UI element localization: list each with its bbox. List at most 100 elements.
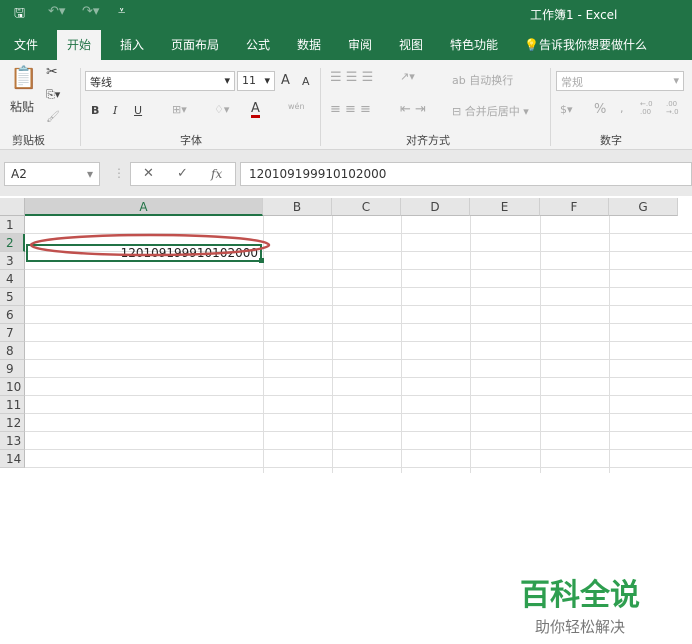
tab-file[interactable]: 文件	[14, 36, 38, 53]
grow-font-button[interactable]: A	[281, 73, 290, 88]
gridline	[25, 359, 692, 360]
column-header-G[interactable]: G	[609, 198, 678, 216]
spreadsheet-grid[interactable]: 14 13 12 11 10 9 8 7 6 5 4 3 2 1 G F E D C B A 1201091999101…	[0, 198, 692, 644]
underline-button[interactable]: U	[134, 104, 142, 117]
chevron-down-icon: ▾	[264, 74, 270, 87]
gridline	[25, 431, 692, 432]
format-painter-icon[interactable]: 🖌	[46, 110, 60, 123]
row-header-4[interactable]: 4	[0, 270, 25, 288]
chevron-down-icon: ▾	[673, 74, 679, 87]
gridline	[470, 216, 471, 473]
customize-icon[interactable]: ⩡	[118, 4, 125, 19]
paste-icon[interactable]: 📋	[10, 66, 37, 91]
font-size-select[interactable]: 11 ▾	[237, 71, 275, 91]
tab-review[interactable]: 审阅	[348, 36, 372, 53]
italic-button[interactable]: I	[113, 104, 117, 117]
enter-button[interactable]: ✓	[177, 166, 188, 181]
column-header-D[interactable]: D	[401, 198, 470, 216]
increase-decimal-button[interactable]: ←.0 .00	[640, 100, 662, 116]
tab-view[interactable]: 视图	[399, 36, 423, 53]
row-header-11[interactable]: 11	[0, 396, 25, 414]
row-header-6[interactable]: 6	[0, 306, 25, 324]
borders-icon[interactable]: ⊞▾	[172, 103, 187, 116]
row-header-9[interactable]: 9	[0, 360, 25, 378]
watermark-subtitle: 助你轻松解决	[534, 618, 625, 636]
ribbon: 📋 粘贴 ✂ ⎘▾ 🖌 剪贴板 等线 ▾ 11 ▾ A A B I U ⊞▾ ♢▾ …	[0, 60, 692, 150]
column-header-E[interactable]: E	[470, 198, 540, 216]
paste-button[interactable]: 粘贴	[10, 98, 34, 115]
orientation-icon[interactable]: ↗▾	[400, 70, 415, 83]
column-header-F[interactable]: F	[540, 198, 609, 216]
currency-icon[interactable]: $▾	[560, 103, 573, 116]
row-header-7[interactable]: 7	[0, 324, 25, 342]
font-size: 11	[242, 74, 256, 87]
copy-icon[interactable]: ⎘▾	[46, 88, 60, 102]
row-header-1[interactable]: 1	[0, 216, 25, 234]
formula-input[interactable]: 120109199910102000	[240, 162, 692, 186]
annotation-ellipse	[29, 233, 271, 257]
group-font: 字体	[180, 134, 202, 147]
tab-home[interactable]: 开始	[57, 30, 102, 60]
group-alignment: 对齐方式	[406, 134, 450, 147]
column-header-B[interactable]: B	[263, 198, 332, 216]
redo-icon[interactable]: ↷▾	[82, 4, 99, 19]
font-color-button[interactable]: A	[251, 102, 260, 118]
cancel-button[interactable]: ✕	[143, 166, 154, 181]
name-box[interactable]: A2 ▾	[4, 162, 100, 186]
row-header-8[interactable]: 8	[0, 342, 25, 360]
column-header-C[interactable]: C	[332, 198, 401, 216]
tab-special[interactable]: 特色功能	[450, 36, 498, 53]
gridline	[25, 287, 692, 288]
font-name-select[interactable]: 等线 ▾	[85, 71, 235, 91]
tab-data[interactable]: 数据	[297, 36, 321, 53]
save-icon[interactable]: 🖫	[14, 4, 25, 26]
column-header-A[interactable]: A	[25, 198, 263, 216]
percent-button[interactable]: %	[594, 102, 606, 117]
formula-buttons: ✕ ✓ fx	[130, 162, 236, 186]
decrease-decimal-button[interactable]: .00 →.0	[666, 100, 688, 116]
tell-me[interactable]: 💡告诉我你想要做什么	[524, 36, 647, 53]
select-all-button[interactable]	[0, 198, 25, 216]
tab-page-layout[interactable]: 页面布局	[171, 36, 219, 53]
align-left-icon[interactable]: ≡ ≡ ≡	[330, 102, 371, 117]
number-format: 常规	[561, 76, 583, 89]
merge-label: 合并后居中	[464, 105, 520, 118]
insert-function-button[interactable]: fx	[211, 167, 222, 181]
indent-icon[interactable]: ⇤ ⇥	[400, 102, 426, 117]
comma-button[interactable]: ,	[620, 102, 624, 115]
gridline	[25, 269, 692, 270]
bold-button[interactable]: B	[91, 104, 99, 117]
align-top-icon[interactable]: ☰ ☰ ☰	[330, 70, 373, 85]
number-format-select[interactable]: 常规 ▾	[556, 71, 684, 91]
phonetic-button[interactable]: wén	[288, 102, 305, 111]
wrap-text-icon: ab	[452, 74, 470, 87]
gridline	[540, 216, 541, 473]
undo-icon[interactable]: ↶▾	[48, 4, 65, 19]
gridline	[25, 323, 692, 324]
group-number: 数字	[600, 134, 622, 147]
row-header-14[interactable]: 14	[0, 450, 25, 468]
name-box-value: A2	[11, 167, 27, 181]
fill-color-icon[interactable]: ♢▾	[214, 103, 229, 116]
window-title: 工作簿1 - Excel	[530, 8, 618, 22]
shrink-font-button[interactable]: A	[302, 75, 310, 88]
gridline	[401, 216, 402, 473]
fill-handle[interactable]	[259, 258, 264, 263]
merge-center-button[interactable]: ⊟ 合并后居中 ▾	[452, 103, 529, 119]
row-header-2[interactable]: 2	[0, 234, 25, 252]
group-clipboard: 剪贴板	[12, 134, 45, 147]
drag-handle-icon[interactable]: ⋮	[113, 166, 125, 180]
tab-formulas[interactable]: 公式	[246, 36, 270, 53]
row-header-10[interactable]: 10	[0, 378, 25, 396]
row-header-12[interactable]: 12	[0, 414, 25, 432]
tab-insert[interactable]: 插入	[120, 36, 144, 53]
lightbulb-icon: 💡	[524, 38, 539, 52]
row-header-5[interactable]: 5	[0, 288, 25, 306]
cut-icon[interactable]: ✂	[46, 64, 58, 80]
chevron-down-icon: ▾	[86, 167, 93, 181]
row-header-13[interactable]: 13	[0, 432, 25, 450]
gridline	[609, 216, 610, 473]
row-header-3[interactable]: 3	[0, 252, 25, 270]
wrap-text-button[interactable]: ab 自动换行	[452, 72, 513, 88]
gridline	[25, 305, 692, 306]
